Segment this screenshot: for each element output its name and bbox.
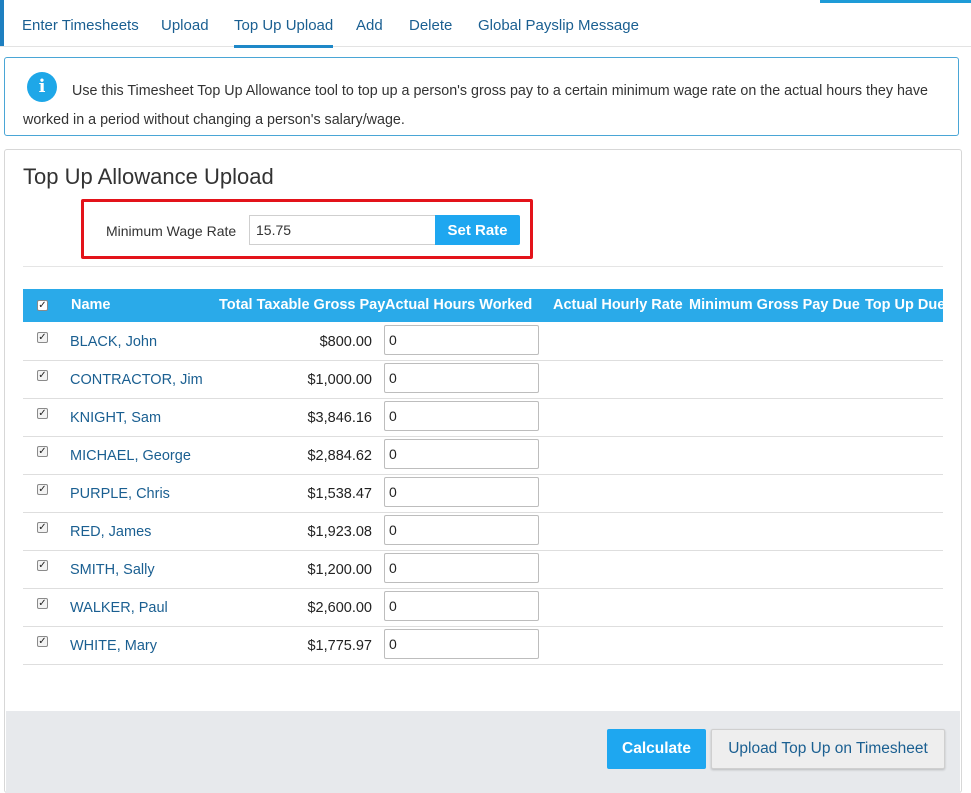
total-taxable-gross-pay: $2,884.62 — [307, 448, 372, 464]
table-header: ✓ Name Total Taxable Gross Pay Actual Ho… — [23, 289, 945, 322]
total-taxable-gross-pay: $3,846.16 — [307, 410, 372, 426]
tab-top-up-upload[interactable]: Top Up Upload — [234, 17, 334, 48]
total-taxable-gross-pay: $800.00 — [319, 334, 372, 350]
table-row: ✓ WALKER, Paul $2,600.00 — [23, 588, 943, 627]
row-checkbox[interactable]: ✓ — [37, 446, 48, 457]
actual-hours-input[interactable] — [384, 477, 539, 507]
actual-hours-input[interactable] — [384, 439, 539, 469]
col-actual-hourly-rate[interactable]: Actual Hourly Rate — [553, 297, 683, 313]
actual-hours-input[interactable] — [384, 325, 539, 355]
table-row: ✓ PURPLE, Chris $1,538.47 — [23, 474, 943, 513]
col-minimum-gross-pay-due[interactable]: Minimum Gross Pay Due — [689, 297, 860, 313]
actual-hours-input[interactable] — [384, 515, 539, 545]
actual-hours-input[interactable] — [384, 401, 539, 431]
top-up-panel: Top Up Allowance Upload Minimum Wage Rat… — [4, 149, 962, 793]
tab-enter-timesheets[interactable]: Enter Timesheets — [22, 17, 139, 34]
top-nav: Enter Timesheets Upload Top Up Upload Ad… — [0, 0, 971, 48]
row-checkbox[interactable]: ✓ — [37, 408, 48, 419]
total-taxable-gross-pay: $2,600.00 — [307, 600, 372, 616]
employee-name-link[interactable]: WHITE, Mary — [70, 638, 157, 654]
table-row: ✓ CONTRACTOR, Jim $1,000.00 — [23, 360, 943, 399]
employee-name-link[interactable]: PURPLE, Chris — [70, 486, 170, 502]
table-row: ✓ WHITE, Mary $1,775.97 — [23, 626, 943, 665]
divider — [23, 266, 943, 267]
nav-top-accent — [820, 0, 971, 3]
upload-top-up-on-timesheet-button[interactable]: Upload Top Up on Timesheet — [711, 729, 945, 769]
row-checkbox[interactable]: ✓ — [37, 560, 48, 571]
row-checkbox[interactable]: ✓ — [37, 484, 48, 495]
info-text: Use this Timesheet Top Up Allowance tool… — [23, 83, 928, 128]
tab-global-payslip-message[interactable]: Global Payslip Message — [478, 17, 639, 34]
total-taxable-gross-pay: $1,538.47 — [307, 486, 372, 502]
actual-hours-input[interactable] — [384, 363, 539, 393]
table-row: ✓ SMITH, Sally $1,200.00 — [23, 550, 943, 589]
col-actual-hours-worked[interactable]: Actual Hours Worked — [385, 297, 532, 313]
employee-name-link[interactable]: RED, James — [70, 524, 151, 540]
tab-delete[interactable]: Delete — [409, 17, 452, 34]
employee-name-link[interactable]: KNIGHT, Sam — [70, 410, 161, 426]
employee-name-link[interactable]: MICHAEL, George — [70, 448, 191, 464]
panel-title: Top Up Allowance Upload — [23, 164, 274, 189]
set-rate-button[interactable]: Set Rate — [435, 215, 520, 245]
actual-hours-input[interactable] — [384, 591, 539, 621]
total-taxable-gross-pay: $1,923.08 — [307, 524, 372, 540]
table-row: ✓ MICHAEL, George $2,884.62 — [23, 436, 943, 475]
select-all-checkbox[interactable]: ✓ — [37, 300, 48, 311]
row-checkbox[interactable]: ✓ — [37, 370, 48, 381]
table-row: ✓ BLACK, John $800.00 — [23, 322, 943, 361]
info-box: i Use this Timesheet Top Up Allowance to… — [4, 57, 959, 136]
employee-name-link[interactable]: WALKER, Paul — [70, 600, 168, 616]
total-taxable-gross-pay: $1,200.00 — [307, 562, 372, 578]
tab-upload[interactable]: Upload — [161, 17, 209, 34]
col-top-up-due[interactable]: Top Up Due — [865, 297, 945, 313]
total-taxable-gross-pay: $1,000.00 — [307, 372, 372, 388]
table-row: ✓ RED, James $1,923.08 — [23, 512, 943, 551]
row-checkbox[interactable]: ✓ — [37, 598, 48, 609]
employee-name-link[interactable]: SMITH, Sally — [70, 562, 155, 578]
row-checkbox[interactable]: ✓ — [37, 522, 48, 533]
row-checkbox[interactable]: ✓ — [37, 636, 48, 647]
employee-name-link[interactable]: CONTRACTOR, Jim — [70, 372, 203, 388]
tab-add[interactable]: Add — [356, 17, 383, 34]
table-row: ✓ KNIGHT, Sam $3,846.16 — [23, 398, 943, 437]
col-name[interactable]: Name — [71, 297, 111, 313]
footer-bar: Calculate Upload Top Up on Timesheet — [6, 711, 960, 793]
employee-name-link[interactable]: BLACK, John — [70, 334, 157, 350]
calculate-button[interactable]: Calculate — [607, 729, 706, 769]
col-total-taxable-gross-pay[interactable]: Total Taxable Gross Pay — [219, 297, 385, 313]
minimum-wage-rate-input[interactable] — [249, 215, 436, 245]
nav-left-accent — [0, 0, 4, 46]
minimum-wage-rate-highlight: Minimum Wage Rate Set Rate — [81, 199, 533, 259]
minimum-wage-rate-label: Minimum Wage Rate — [106, 223, 237, 239]
actual-hours-input[interactable] — [384, 629, 539, 659]
actual-hours-input[interactable] — [384, 553, 539, 583]
total-taxable-gross-pay: $1,775.97 — [307, 638, 372, 654]
row-checkbox[interactable]: ✓ — [37, 332, 48, 343]
